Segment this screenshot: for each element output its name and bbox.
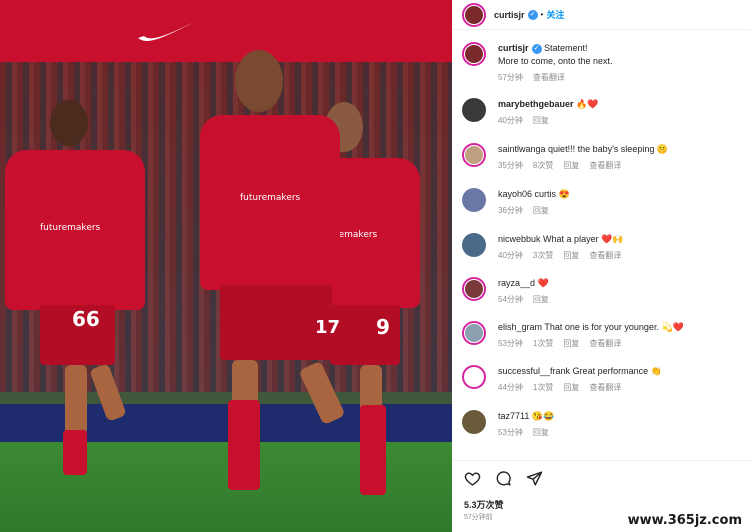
player-leg	[65, 365, 87, 435]
commenter-avatar[interactable]	[462, 277, 486, 301]
comment-likes[interactable]: 1次赞	[533, 339, 553, 348]
player-leg	[89, 363, 127, 422]
player-left: futuremakers 66	[0, 95, 160, 515]
shorts-number: 66	[72, 307, 100, 331]
reply-button[interactable]: 回复	[533, 116, 549, 125]
like-count[interactable]: 5.3万次赞	[464, 498, 504, 511]
comment-item: marybethgebauer 🔥❤️ 40分钟 回复	[462, 98, 742, 127]
share-icon[interactable]	[526, 470, 543, 487]
shorts-number: 9	[376, 315, 390, 339]
post-timestamp: 57分钟前	[464, 514, 493, 521]
see-translation-link[interactable]: 查看翻译	[589, 383, 621, 392]
comment-time: 54分钟	[498, 295, 523, 304]
reply-button[interactable]: 回复	[563, 161, 579, 170]
see-translation-link[interactable]: 查看翻译	[533, 73, 565, 82]
reply-button[interactable]: 回复	[533, 295, 549, 304]
commenter-username[interactable]: taz7711	[498, 411, 529, 421]
commenter-avatar[interactable]	[462, 143, 486, 167]
see-translation-link[interactable]: 查看翻译	[589, 161, 621, 170]
comment-item: taz7711 😘😂 53分钟 回复	[462, 410, 742, 439]
author-username[interactable]: curtisjr	[494, 10, 525, 20]
comment-time: 53分钟	[498, 428, 523, 437]
comment-text: That one is for your younger. 💫❤️	[544, 322, 684, 332]
comment-item: successful__frank Great performance 👏 44…	[462, 365, 742, 394]
shirt-sponsor: futuremakers	[240, 193, 301, 203]
comment-text: 😘😂	[531, 411, 555, 421]
comment-time: 35分钟	[498, 161, 523, 170]
commenter-username[interactable]: elish_gram	[498, 322, 542, 332]
verified-badge-icon: ✓	[531, 43, 542, 54]
comment-time: 53分钟	[498, 339, 523, 348]
player-center: futuremakers 17	[190, 45, 360, 532]
caption-text: Statement!	[544, 43, 588, 53]
commenter-username[interactable]: saintlwanga	[498, 144, 546, 154]
comment-text: ❤️	[537, 278, 549, 288]
comment-likes[interactable]: 8次赞	[533, 161, 553, 170]
comments-list[interactable]: curtisjr ✓ Statement! More to come, onto …	[452, 40, 750, 460]
commenter-username[interactable]: rayza__d	[498, 278, 535, 288]
comment-text: curtis 😍	[534, 189, 570, 199]
see-translation-link[interactable]: 查看翻译	[589, 251, 621, 260]
player-head	[50, 100, 88, 146]
see-translation-link[interactable]: 查看翻译	[589, 339, 621, 348]
follow-button[interactable]: 关注	[546, 8, 564, 21]
commenter-username[interactable]: successful__frank	[498, 366, 570, 376]
comment-likes[interactable]: 1次赞	[533, 383, 553, 392]
comment-text: Great performance 👏	[572, 366, 662, 376]
commenter-avatar[interactable]	[462, 365, 486, 389]
heart-icon[interactable]	[464, 470, 481, 487]
player-sock	[63, 430, 87, 475]
comment-item: saintlwanga quiet!!! the baby's sleeping…	[462, 143, 742, 172]
nike-swoosh-icon	[138, 22, 194, 41]
author-avatar[interactable]	[462, 2, 486, 27]
commenter-avatar[interactable]	[462, 233, 486, 257]
author-avatar[interactable]	[462, 42, 486, 66]
reply-button[interactable]: 回复	[563, 339, 579, 348]
caption-username[interactable]: curtisjr	[498, 43, 529, 53]
comment-text: What a player ❤️🙌	[543, 234, 624, 244]
comment-time: 40分钟	[498, 116, 523, 125]
comment-icon[interactable]	[495, 470, 512, 487]
comment-time: 44分钟	[498, 383, 523, 392]
reply-button[interactable]: 回复	[563, 251, 579, 260]
post-caption: curtisjr ✓ Statement! More to come, onto …	[462, 42, 742, 84]
commenter-username[interactable]: kayoh06	[498, 189, 532, 199]
watermark: www.365jz.com	[627, 513, 742, 528]
separator-dot: •	[540, 10, 544, 19]
shorts-number: 17	[315, 317, 341, 338]
actions-divider	[452, 460, 750, 461]
player-head	[235, 50, 283, 112]
commenter-username[interactable]: nicwebbuk	[498, 234, 541, 244]
action-bar	[464, 470, 543, 487]
comment-item: nicwebbuk What a player ❤️🙌 40分钟 3次赞 回复 查看翻…	[462, 233, 742, 262]
comment-text: quiet!!! the baby's sleeping 🤫	[548, 144, 669, 154]
shirt-sponsor: futuremakers	[40, 223, 101, 233]
commenter-avatar[interactable]	[462, 410, 486, 434]
comment-item: rayza__d ❤️ 54分钟 回复	[462, 277, 742, 306]
player-sock	[360, 405, 386, 495]
comment-time: 40分钟	[498, 251, 523, 260]
player-leg	[298, 360, 346, 426]
comment-item: elish_gram That one is for your younger.…	[462, 321, 742, 350]
reply-button[interactable]: 回复	[563, 383, 579, 392]
post-header: curtisjr ✓ • 关注	[452, 0, 750, 30]
comment-likes[interactable]: 3次赞	[533, 251, 553, 260]
commenter-avatar[interactable]	[462, 321, 486, 345]
comment-item: kayoh06 curtis 😍 36分钟 回复	[462, 188, 742, 217]
commenter-username[interactable]: marybethgebauer	[498, 99, 574, 109]
reply-button[interactable]: 回复	[533, 428, 549, 437]
post-photo[interactable]: futuremakers 66 futuremakers 9 futuremak…	[0, 0, 452, 532]
verified-badge-icon: ✓	[527, 9, 538, 20]
caption-text: More to come, onto the next.	[498, 56, 613, 66]
commenter-avatar[interactable]	[462, 98, 486, 122]
post-panel: curtisjr ✓ • 关注 curtisjr ✓ Statement! Mor…	[452, 0, 750, 532]
reply-button[interactable]: 回复	[533, 206, 549, 215]
player-sock	[228, 400, 260, 490]
player-leg	[232, 360, 258, 405]
caption-time: 57分钟	[498, 73, 523, 82]
comment-text: 🔥❤️	[576, 99, 599, 109]
comment-time: 36分钟	[498, 206, 523, 215]
commenter-avatar[interactable]	[462, 188, 486, 212]
